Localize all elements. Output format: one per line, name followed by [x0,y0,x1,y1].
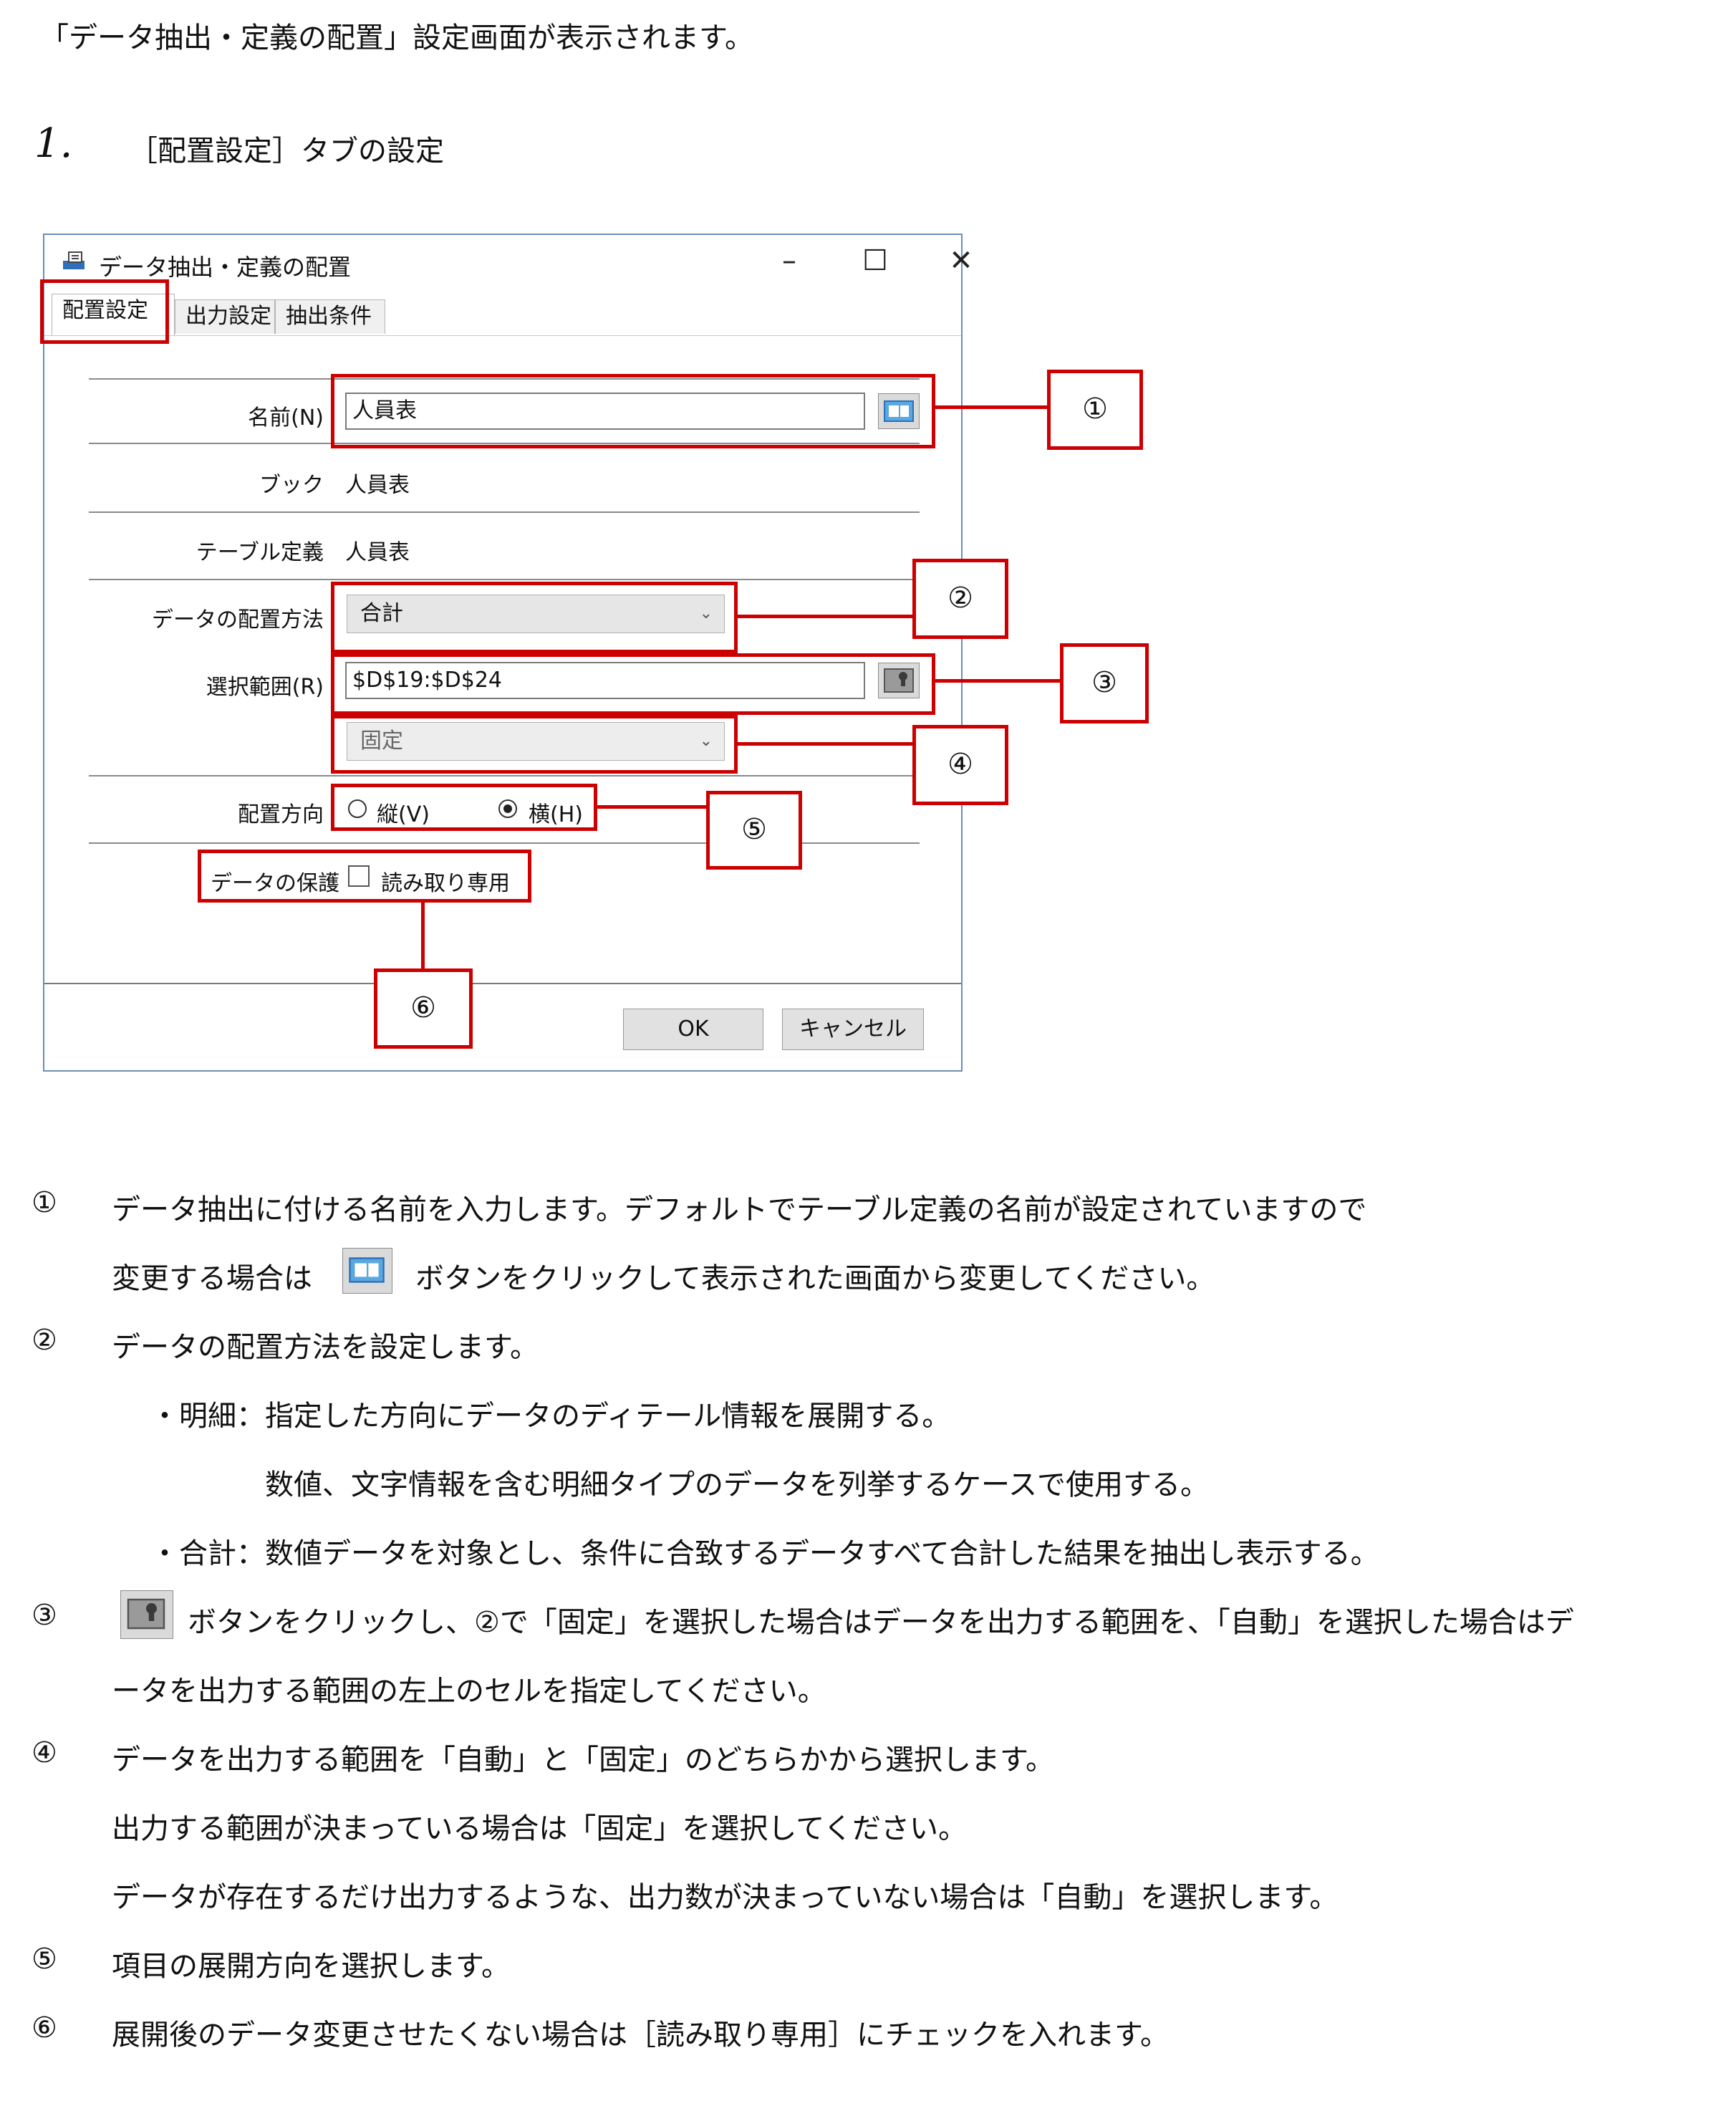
close-button[interactable]: ✕ [932,241,990,284]
connector [421,903,425,971]
connector [597,805,706,809]
app-icon [63,251,85,269]
divider [89,579,920,580]
desc-num-3: ③ [32,1599,57,1632]
callout-6: ⑥ [374,968,473,1049]
highlight-6 [198,850,531,903]
highlight-1 [331,374,935,448]
desc-2-line-2: ・明細：指定した方向にデータのディテール情報を展開する。 [150,1400,951,1433]
desc-num-6: ⑥ [32,2011,57,2044]
highlight-4 [331,715,738,774]
footer-divider [44,983,961,984]
callout-2: ② [912,559,1008,639]
tab-strip: 配置設定 出力設定 抽出条件 [44,294,961,335]
divider [89,775,920,776]
name-label: 名前(N) [248,405,324,431]
callout-5: ⑤ [706,791,802,870]
dialog-title: データ抽出・定義の配置 [99,254,352,281]
callout-4: ④ [912,725,1008,805]
book-label: ブック [259,473,324,498]
desc-2-line-4: ・合計：数値データを対象とし、条件に合致するデータすべて合計した結果を抽出し表示… [150,1537,1379,1570]
desc-2-line-3: 数値、文字情報を含む明細タイプのデータを列挙するケースで使用する。 [265,1468,1209,1501]
desc-3-line-1: ボタンをクリックし、②で「固定」を選択した場合はデータを出力する範囲を、「自動」… [188,1606,1574,1639]
desc-num-4: ④ [32,1736,57,1769]
highlight-5 [331,784,597,831]
desc-4-line-2: 出力する範囲が決まっている場合は「固定」を選択してください。 [112,1812,967,1845]
tab-conditions[interactable]: 抽出条件 [275,299,385,334]
desc-1-line-1: データ抽出に付ける名前を入力します。デフォルトでテーブル定義の名前が設定されてい… [112,1193,1367,1226]
desc-2-line-1: データの配置方法を設定します。 [112,1331,539,1364]
callout-3: ③ [1060,643,1149,723]
direction-label: 配置方向 [238,802,324,827]
ok-button[interactable]: OK [623,1009,763,1050]
desc-6-line-1: 展開後のデータ変更させたくない場合は［読み取り専用］にチェックを入れます。 [112,2019,1169,2052]
highlight-3 [331,653,935,715]
book-value: 人員表 [345,473,410,498]
range-select-icon [120,1590,173,1639]
step-title: ［配置設定］タブの設定 [129,135,444,168]
desc-3-line-2: ータを出力する範囲の左上のセルを指定してください。 [112,1675,826,1708]
tab-output[interactable]: 出力設定 [175,299,275,334]
desc-5-line-1: 項目の展開方向を選択します。 [112,1950,510,1983]
divider [89,511,920,513]
connector [738,742,918,746]
desc-1-line-3: ボタンをクリックして表示された画面から変更してください。 [415,1262,1215,1295]
minimize-button[interactable]: – [761,241,818,284]
step-number: 1. [34,120,73,167]
highlight-2 [331,582,738,653]
title-bar: データ抽出・定義の配置 – ☐ ✕ [44,235,973,288]
rename-icon [342,1248,392,1294]
desc-1-line-2: 変更する場合は [112,1262,312,1295]
connector [738,615,918,618]
highlight-tab [40,279,169,344]
desc-4-line-1: データを出力する範囲を「自動」と「固定」のどちらかから選択します。 [112,1744,1054,1776]
method-label: データの配置方法 [152,607,324,633]
tab-divider [44,335,961,336]
connector [935,405,1050,409]
intro-text: 「データ抽出・定義の配置」設定画面が表示されます。 [40,21,753,54]
cancel-button[interactable]: キャンセル [782,1009,924,1050]
connector [935,679,1061,683]
desc-4-line-3: データが存在するだけ出力するような、出力数が決まっていない場合は「自動」を選択し… [112,1881,1339,1914]
desc-num-1: ① [32,1186,57,1219]
table-def-label: テーブル定義 [196,540,324,565]
desc-num-2: ② [32,1324,57,1357]
callout-1: ① [1047,370,1143,450]
desc-num-5: ⑤ [32,1943,57,1976]
range-label: 選択範囲(R) [206,675,324,700]
table-def-value: 人員表 [345,540,410,565]
maximize-button[interactable]: ☐ [847,241,904,284]
